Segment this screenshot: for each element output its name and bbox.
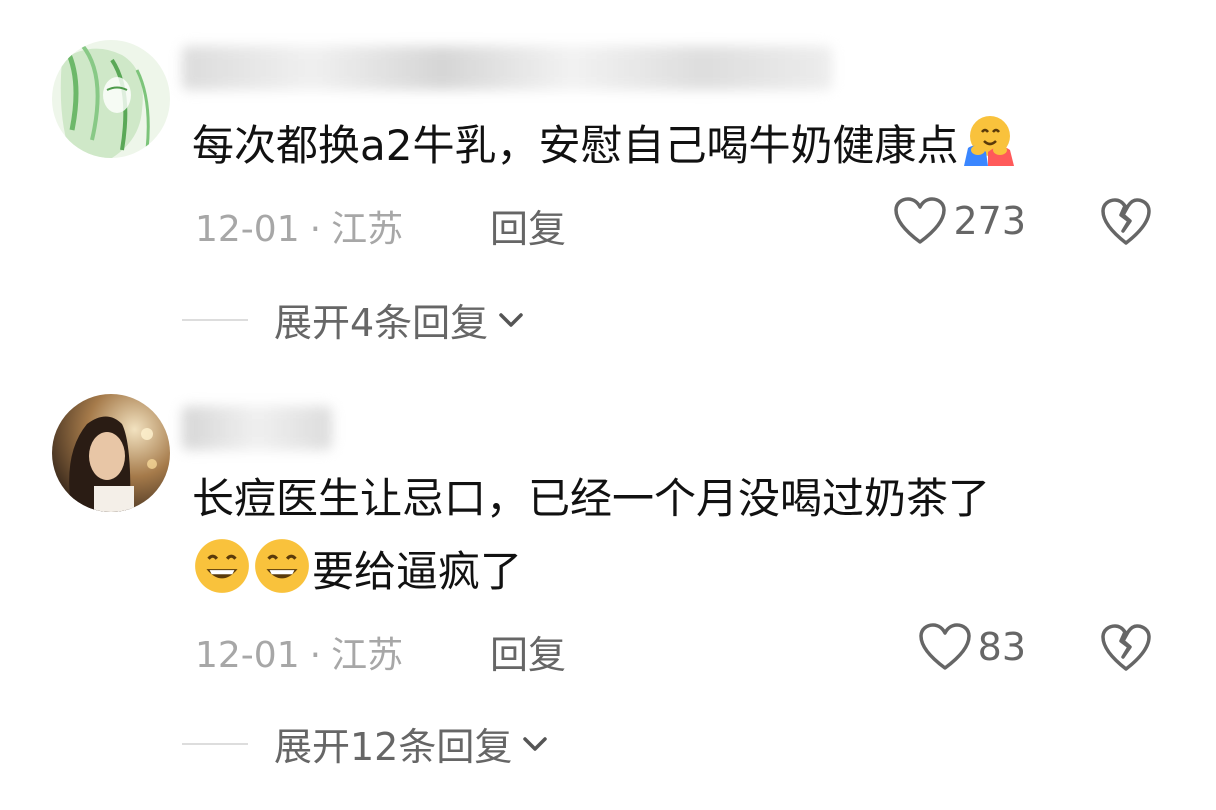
like-count: 83	[977, 625, 1026, 669]
meta-separator: ·	[309, 635, 322, 676]
hugging-face-icon	[964, 116, 1015, 166]
divider-line	[182, 318, 248, 321]
reply-button[interactable]: 回复	[490, 198, 566, 253]
broken-heart-icon[interactable]	[1100, 623, 1152, 673]
comment-date: 12-01	[195, 635, 300, 676]
like-button[interactable]: 83	[918, 622, 1026, 672]
divider-line	[182, 742, 248, 745]
comment-text-content: 每次都换a2牛乳，安慰自己喝牛奶健康点	[192, 121, 959, 170]
like-count: 273	[953, 199, 1026, 243]
username-blurred[interactable]	[182, 46, 832, 90]
comment-text: 每次都换a2牛乳，安慰自己喝牛奶健康点	[192, 112, 1016, 179]
reply-button[interactable]: 回复	[490, 624, 566, 679]
comment-text-line1: 长痘医生让忌口，已经一个月没喝过奶茶了	[192, 466, 990, 532]
avatar[interactable]	[52, 394, 170, 512]
comment-location: 江苏	[331, 209, 404, 250]
like-button[interactable]: 273	[893, 196, 1026, 246]
heart-icon	[894, 197, 947, 244]
expand-replies-button[interactable]: 展开4条回复	[182, 292, 528, 347]
avatar[interactable]	[52, 40, 170, 158]
comment-meta: 12-01 · 江苏	[195, 626, 403, 678]
expand-replies-label: 展开4条回复	[274, 301, 489, 345]
username-blurred[interactable]	[182, 406, 332, 450]
expand-replies-label: 展开12条回复	[274, 725, 513, 769]
grinning-face-icon	[255, 539, 309, 593]
grinning-face-icon	[195, 539, 249, 593]
comment-meta: 12-01 · 江苏	[195, 200, 403, 252]
expand-replies-button[interactable]: 展开12条回复	[182, 716, 552, 771]
chevron-down-icon	[499, 312, 523, 327]
comment-date: 12-01	[195, 209, 300, 250]
comment-location: 江苏	[331, 635, 404, 676]
meta-separator: ·	[309, 209, 322, 250]
heart-icon	[918, 623, 971, 670]
comment-text-line2: 要给逼疯了	[192, 536, 522, 605]
comment-text-content: 长痘医生让忌口，已经一个月没喝过奶茶了	[192, 474, 991, 523]
comment-text-content: 要给逼疯了	[312, 547, 523, 596]
broken-heart-icon[interactable]	[1100, 197, 1152, 247]
chevron-down-icon	[523, 736, 548, 751]
